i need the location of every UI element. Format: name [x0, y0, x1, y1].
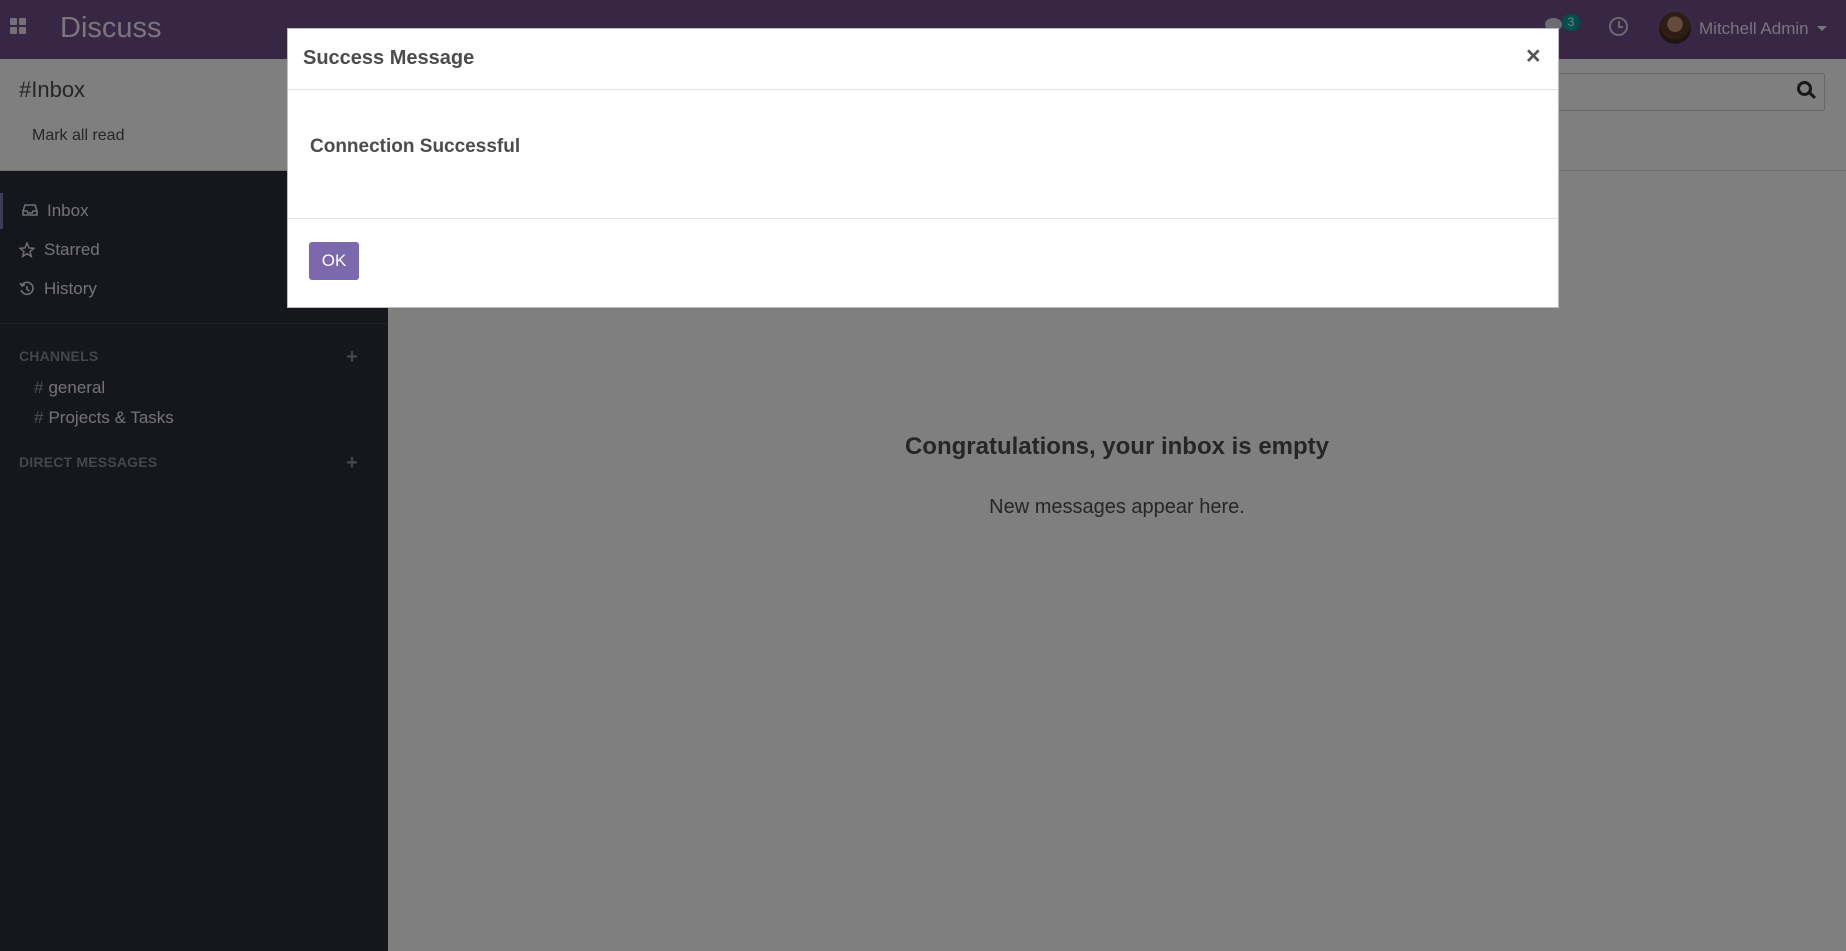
modal-title: Success Message	[303, 47, 475, 69]
ok-button[interactable]: OK	[309, 242, 359, 280]
modal-body: Connection Successful	[288, 90, 1558, 219]
modal-header: Success Message ×	[288, 29, 1558, 90]
close-icon[interactable]: ×	[1526, 41, 1541, 71]
modal-message: Connection Successful	[310, 136, 521, 157]
success-dialog: Success Message × Connection Successful …	[287, 28, 1559, 308]
